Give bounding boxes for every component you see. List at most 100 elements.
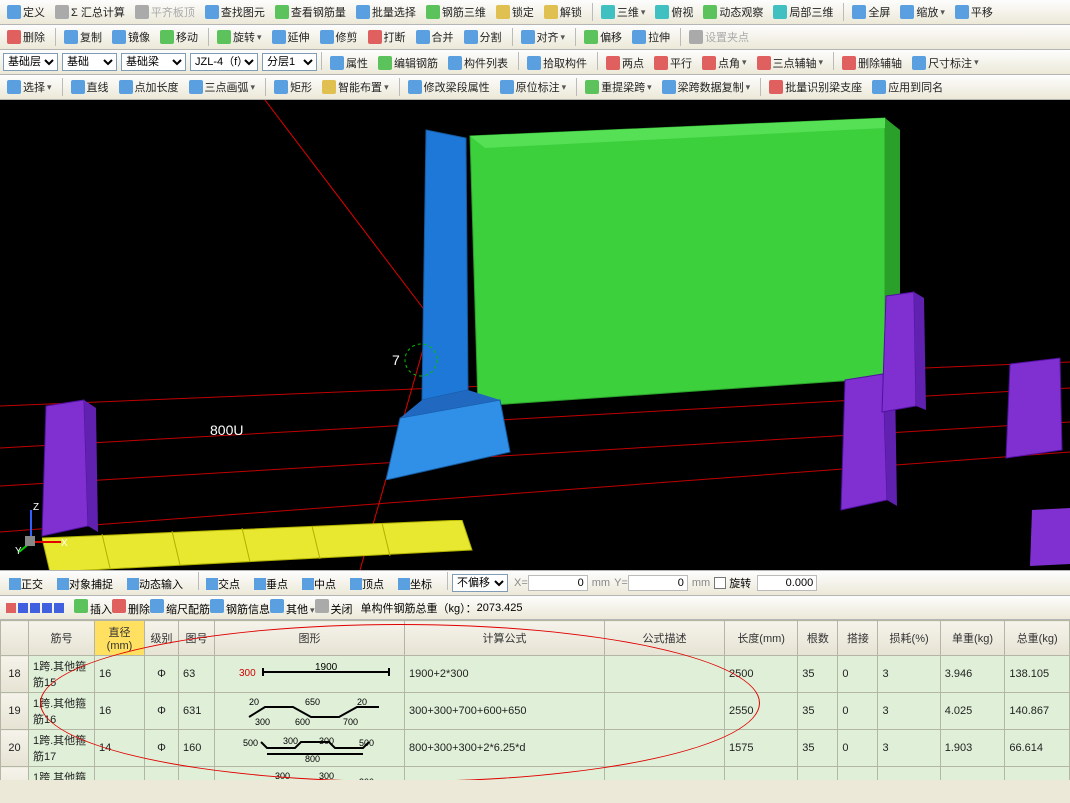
x-input[interactable] xyxy=(528,575,588,591)
尺寸标注-button[interactable]: 尺寸标注▾ xyxy=(908,53,983,73)
cell[interactable]: Φ xyxy=(145,730,179,767)
col-header[interactable] xyxy=(1,621,29,656)
col-header[interactable]: 根数 xyxy=(798,621,838,656)
cell[interactable]: 0 xyxy=(838,693,878,730)
offset-combo[interactable]: 不偏移 xyxy=(452,574,508,592)
重提梁跨-button[interactable]: 重提梁跨▾ xyxy=(581,77,656,97)
nav-prev-icon[interactable] xyxy=(30,603,40,613)
cell[interactable]: 19 xyxy=(1,693,29,730)
钢筋三维-button[interactable]: 钢筋三维 xyxy=(422,2,490,22)
cell[interactable]: 63 xyxy=(179,656,215,693)
cell[interactable]: 35 xyxy=(798,730,838,767)
原位标注-button[interactable]: 原位标注▾ xyxy=(496,77,571,97)
直线-button[interactable]: 直线 xyxy=(67,77,113,97)
col-header[interactable]: 直径(mm) xyxy=(95,621,145,656)
移动-button[interactable]: 移动 xyxy=(156,27,202,47)
cell[interactable]: 1跨.其他箍筋16 xyxy=(29,693,95,730)
三维-button[interactable]: 三维▾ xyxy=(597,2,650,22)
锁定-button[interactable]: 锁定 xyxy=(492,2,538,22)
table-row[interactable]: 201跨.其他箍筋1714Φ160500300300500800800+300+… xyxy=(1,730,1070,767)
缩尺配筋-button[interactable]: 缩尺配筋 xyxy=(150,604,210,616)
cell[interactable]: 139 xyxy=(179,767,215,781)
旋转-button[interactable]: 旋转▾ xyxy=(213,27,266,47)
cell[interactable]: Φ xyxy=(145,767,179,781)
三点画弧-button[interactable]: 三点画弧▾ xyxy=(185,77,260,97)
cell[interactable]: 20 xyxy=(1,730,29,767)
cell[interactable]: 160 xyxy=(179,730,215,767)
垂点-toggle[interactable]: 垂点 xyxy=(251,574,291,594)
cell[interactable]: 900+300+300 xyxy=(405,767,605,781)
钢筋信息-button[interactable]: 钢筋信息 xyxy=(210,604,270,616)
cell[interactable]: 1.903 xyxy=(940,730,1005,767)
col-header[interactable]: 筋号 xyxy=(29,621,95,656)
cell[interactable]: 4.025 xyxy=(940,693,1005,730)
member-name-combo[interactable]: JZL-4（f） xyxy=(190,53,258,71)
解锁-button[interactable]: 解锁 xyxy=(540,2,586,22)
延伸-button[interactable]: 延伸 xyxy=(268,27,314,47)
col-header[interactable]: 图形 xyxy=(215,621,405,656)
cell[interactable]: 631 xyxy=(179,693,215,730)
layer-combo[interactable]: 基础层 xyxy=(3,53,58,71)
全屏-button[interactable]: 全屏 xyxy=(848,2,894,22)
close-panel-icon[interactable] xyxy=(6,603,16,613)
rebar-table[interactable]: 筋号直径(mm)级别图号图形计算公式公式描述长度(mm)根数搭接损耗(%)单重(… xyxy=(0,620,1070,780)
关闭-button[interactable]: 关闭 xyxy=(315,604,353,616)
中点-toggle[interactable]: 中点 xyxy=(299,574,339,594)
对齐-button[interactable]: 对齐▾ xyxy=(517,27,570,47)
两点-button[interactable]: 两点 xyxy=(602,53,648,73)
智能布置-button[interactable]: 智能布置▾ xyxy=(318,77,393,97)
cell[interactable]: 14 xyxy=(95,730,145,767)
col-header[interactable]: 计算公式 xyxy=(405,621,605,656)
cell[interactable]: Φ xyxy=(145,693,179,730)
col-header[interactable]: 单重(kg) xyxy=(940,621,1005,656)
col-header[interactable]: 总重(kg) xyxy=(1005,621,1070,656)
平移-button[interactable]: 平移 xyxy=(951,2,997,22)
打断-button[interactable]: 打断 xyxy=(364,27,410,47)
member-type-combo[interactable]: 基础梁 xyxy=(121,53,186,71)
编辑钢筋-button[interactable]: 编辑钢筋 xyxy=(374,53,442,73)
选择-button[interactable]: 选择▾ xyxy=(3,77,56,97)
顶点-toggle[interactable]: 顶点 xyxy=(347,574,387,594)
点角-button[interactable]: 点角▾ xyxy=(698,53,751,73)
查找图元-button[interactable]: 查找图元 xyxy=(201,2,269,22)
合并-button[interactable]: 合并 xyxy=(412,27,458,47)
cell[interactable]: 800+300+300+2*6.25*d xyxy=(405,730,605,767)
cell[interactable]: 3.946 xyxy=(940,656,1005,693)
拾取构件-button[interactable]: 拾取构件 xyxy=(523,53,591,73)
cell[interactable]: 500300300500800 xyxy=(215,730,405,767)
nav-next-icon[interactable] xyxy=(42,603,52,613)
cell[interactable]: 0 xyxy=(838,656,878,693)
cell[interactable] xyxy=(605,767,725,781)
cell[interactable]: 1.813 xyxy=(940,767,1005,781)
nav-first-icon[interactable] xyxy=(18,603,28,613)
交点-toggle[interactable]: 交点 xyxy=(203,574,243,594)
cell[interactable]: 140.867 xyxy=(1005,693,1070,730)
坐标-toggle[interactable]: 坐标 xyxy=(395,574,435,594)
Σ汇总计算-button[interactable]: Σ 汇总计算 xyxy=(51,2,129,22)
删除-button[interactable]: 删除 xyxy=(112,604,150,616)
cell[interactable]: 0 xyxy=(838,767,878,781)
cell[interactable]: 1跨.其他箍筋18 xyxy=(29,767,95,781)
cell[interactable]: 1跨.其他箍筋17 xyxy=(29,730,95,767)
三点辅轴-button[interactable]: 三点辅轴▾ xyxy=(753,53,828,73)
对象捕捉-toggle[interactable]: 对象捕捉 xyxy=(54,574,116,594)
cell[interactable]: 1575 xyxy=(725,730,798,767)
col-header[interactable]: 图号 xyxy=(179,621,215,656)
cell[interactable]: 2550 xyxy=(725,693,798,730)
动态观察-button[interactable]: 动态观察 xyxy=(699,2,767,22)
cell[interactable]: 300300300900 xyxy=(215,767,405,781)
cell[interactable]: 35 xyxy=(798,767,838,781)
col-header[interactable]: 公式描述 xyxy=(605,621,725,656)
查看钢筋量-button[interactable]: 查看钢筋量 xyxy=(271,2,350,22)
cell[interactable]: 1900+2*300 xyxy=(405,656,605,693)
viewport-3d[interactable]: 7 800U X Y Z xyxy=(0,100,1070,570)
cell[interactable]: 21 xyxy=(1,767,29,781)
cell[interactable]: 66.614 xyxy=(1005,730,1070,767)
cell[interactable]: 63.442 xyxy=(1005,767,1070,781)
正交-toggle[interactable]: 正交 xyxy=(6,574,46,594)
删除辅轴-button[interactable]: 删除辅轴 xyxy=(838,53,906,73)
cell[interactable]: 16 xyxy=(95,693,145,730)
点加长度-button[interactable]: 点加长度 xyxy=(115,77,183,97)
table-row[interactable]: 181跨.其他箍筋1516Φ6330019001900+2*3002500350… xyxy=(1,656,1070,693)
table-row[interactable]: 191跨.其他箍筋1616Φ6312065020300600700300+300… xyxy=(1,693,1070,730)
